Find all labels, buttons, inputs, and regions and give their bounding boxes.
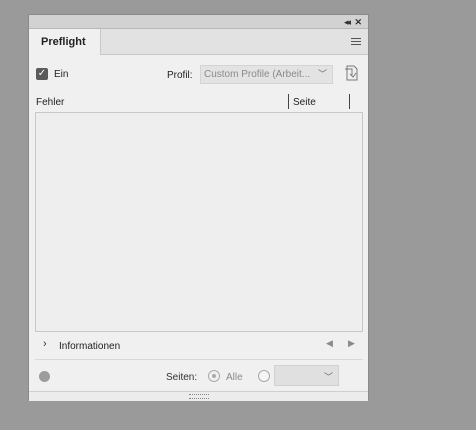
on-label: Ein bbox=[54, 69, 69, 80]
divider bbox=[35, 359, 363, 360]
column-header-page[interactable]: Seite bbox=[293, 97, 316, 108]
hamburger-menu-icon[interactable] bbox=[351, 38, 361, 47]
column-divider[interactable] bbox=[288, 94, 289, 109]
all-pages-radio[interactable] bbox=[208, 370, 220, 382]
tab-preflight[interactable]: Preflight bbox=[29, 29, 101, 55]
page-range-dropdown[interactable]: ﹀ bbox=[274, 365, 339, 386]
status-indicator-icon bbox=[39, 371, 50, 382]
previous-arrow-icon[interactable]: ◀ bbox=[326, 338, 333, 349]
close-icon[interactable]: ✕ bbox=[354, 16, 362, 28]
column-divider[interactable] bbox=[349, 94, 350, 109]
info-section-label[interactable]: Informationen bbox=[59, 341, 120, 352]
pages-label: Seiten: bbox=[166, 372, 198, 383]
resize-grip-icon[interactable] bbox=[189, 394, 209, 399]
collapse-panel-icon[interactable]: ◂◂ bbox=[344, 16, 351, 28]
next-arrow-icon[interactable]: ▶ bbox=[348, 338, 355, 349]
tab-bar: Preflight bbox=[29, 29, 368, 55]
page-range-radio[interactable] bbox=[258, 370, 270, 382]
error-list[interactable] bbox=[35, 112, 363, 332]
chevron-down-icon: ﹀ bbox=[323, 372, 333, 382]
define-profiles-icon[interactable] bbox=[344, 65, 358, 81]
column-header-errors[interactable]: Fehler bbox=[36, 97, 64, 108]
on-checkbox[interactable]: ✓ bbox=[36, 68, 48, 80]
resize-bar[interactable] bbox=[29, 391, 368, 401]
profile-label: Profil: bbox=[167, 70, 193, 81]
profile-dropdown[interactable]: Custom Profile (Arbeit... ﹀ bbox=[200, 65, 333, 84]
chevron-right-icon[interactable]: › bbox=[43, 338, 47, 350]
all-pages-label: Alle bbox=[226, 372, 243, 383]
chevron-down-icon: ﹀ bbox=[317, 69, 327, 79]
preflight-panel: ◂◂ ✕ Preflight ✓ Ein Profil: Custom Prof… bbox=[28, 14, 369, 401]
panel-title-bar[interactable]: ◂◂ ✕ bbox=[29, 15, 368, 29]
profile-value: Custom Profile (Arbeit... bbox=[204, 69, 311, 80]
